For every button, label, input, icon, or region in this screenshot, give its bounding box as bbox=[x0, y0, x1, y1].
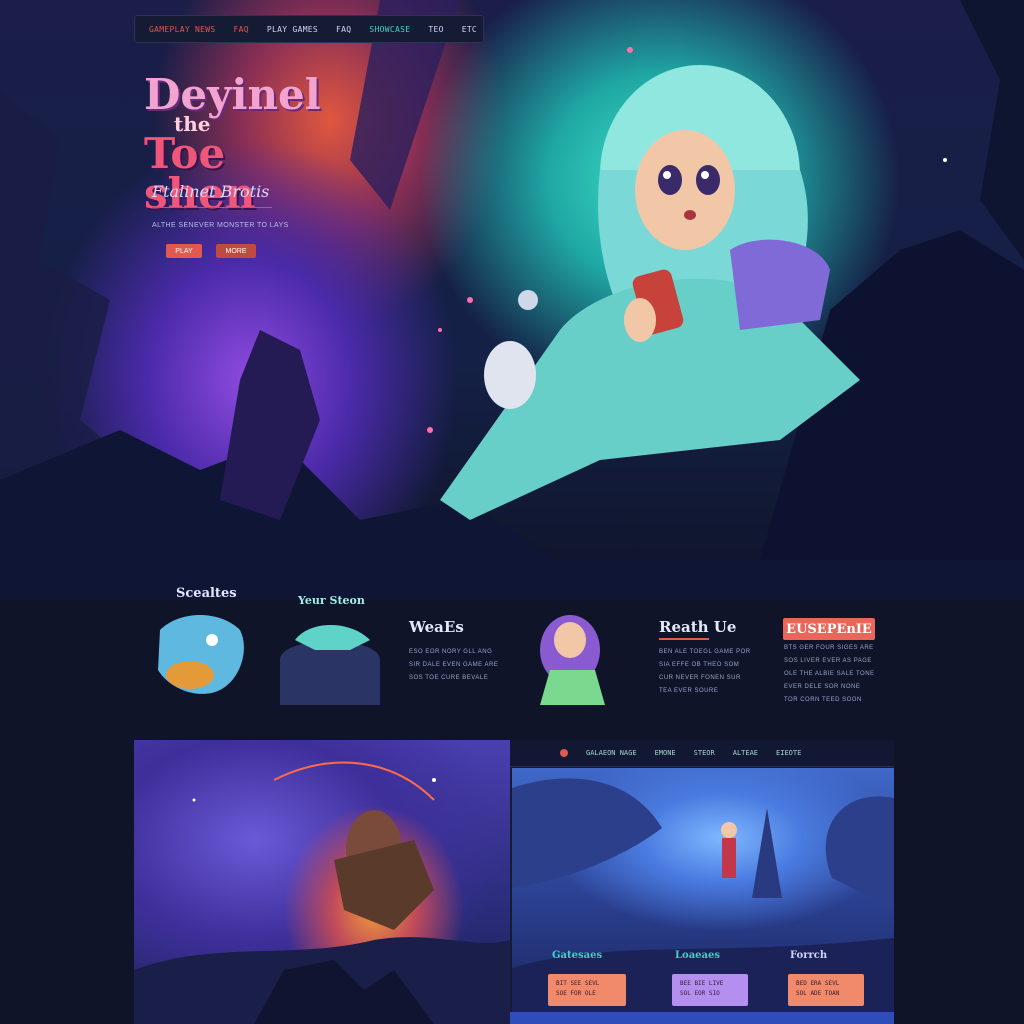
cta-badge[interactable]: EUSEPEnIE bbox=[783, 618, 875, 640]
hero-title-line3: Toe shen bbox=[144, 128, 256, 218]
hero-banner: GAMEPLAY NEWS FAQ PLAY GAMES FAQ SHOWCAS… bbox=[0, 0, 1024, 600]
panel-card-1[interactable]: BIT SEE SEVL SOE FOR OLE bbox=[548, 974, 626, 1006]
feature-col4-text: BEN ALE TOEGL GAME POR SIA EFFE OB THEO … bbox=[659, 649, 751, 694]
panel-right-nav: GALAEON NAGE EMONE STEOR ALTEAE EIEOTE bbox=[510, 740, 894, 767]
scene-panel-left bbox=[134, 740, 510, 1024]
nav-item-etc[interactable]: ETC bbox=[462, 25, 477, 34]
panel-nav-item-2[interactable]: EMONE bbox=[655, 749, 676, 757]
hero-title-line1: Deyinel bbox=[144, 70, 321, 119]
feature-col1-title: Scealtes bbox=[176, 586, 237, 601]
more-button[interactable]: MORE bbox=[216, 244, 256, 258]
feature-col3-title: WeaEs bbox=[409, 618, 464, 636]
nav-item-faq-2[interactable]: FAQ bbox=[336, 25, 351, 34]
panel-nav-dot-icon bbox=[560, 749, 568, 757]
panel-nav-item-1[interactable]: GALAEON NAGE bbox=[586, 749, 637, 757]
panel-label-1: Gatesaes bbox=[552, 950, 603, 961]
nav-item-gameplay-news[interactable]: GAMEPLAY NEWS bbox=[149, 25, 216, 34]
hero-divider bbox=[152, 207, 272, 208]
panel-card-2[interactable]: BEE BIE LIVE SOL EOR SIO bbox=[672, 974, 748, 1006]
panel-right-footer-bar bbox=[510, 1012, 894, 1024]
feature-col3-text: ESO EOR NORY GLL ANG SIR DALE EVEN GAME … bbox=[409, 649, 499, 681]
panel-label-2: Loaeaes bbox=[675, 950, 721, 961]
features-section: Scealtes Yeur Steon WeaEs ESO EOR NORY G… bbox=[0, 580, 1024, 720]
nav-item-teo[interactable]: TEO bbox=[428, 25, 443, 34]
feature-col5-text: BTS GER FOUR SIGES ARE SOS LIVER EVER AS… bbox=[784, 645, 875, 703]
feature-col2-title: Yeur Steon bbox=[298, 594, 365, 607]
nav-item-play-games[interactable]: PLAY GAMES bbox=[267, 25, 318, 34]
panel-card-3[interactable]: BED ERA SEVL SOL ADE TOAN bbox=[788, 974, 864, 1006]
hero-tagline: ALTHE SENEVER MONSTER TO LAYS bbox=[152, 222, 289, 229]
nav-item-faq[interactable]: FAQ bbox=[234, 25, 249, 34]
panel-nav-item-4[interactable]: ALTEAE bbox=[733, 749, 758, 757]
panel-nav-item-5[interactable]: EIEOTE bbox=[776, 749, 801, 757]
top-nav: GAMEPLAY NEWS FAQ PLAY GAMES FAQ SHOWCAS… bbox=[134, 15, 484, 43]
play-button[interactable]: PLAY bbox=[166, 244, 202, 258]
panel-label-3: Forrch bbox=[790, 950, 828, 961]
feature-col4-title: Reath Ue bbox=[659, 618, 737, 636]
hero-subtitle: Ftalinet Brotis bbox=[152, 182, 270, 201]
feature-col4-underline bbox=[659, 638, 709, 640]
nav-item-showcase[interactable]: SHOWCASE bbox=[369, 25, 410, 34]
panel-nav-item-3[interactable]: STEOR bbox=[694, 749, 715, 757]
scene-left-artwork bbox=[134, 761, 510, 1024]
